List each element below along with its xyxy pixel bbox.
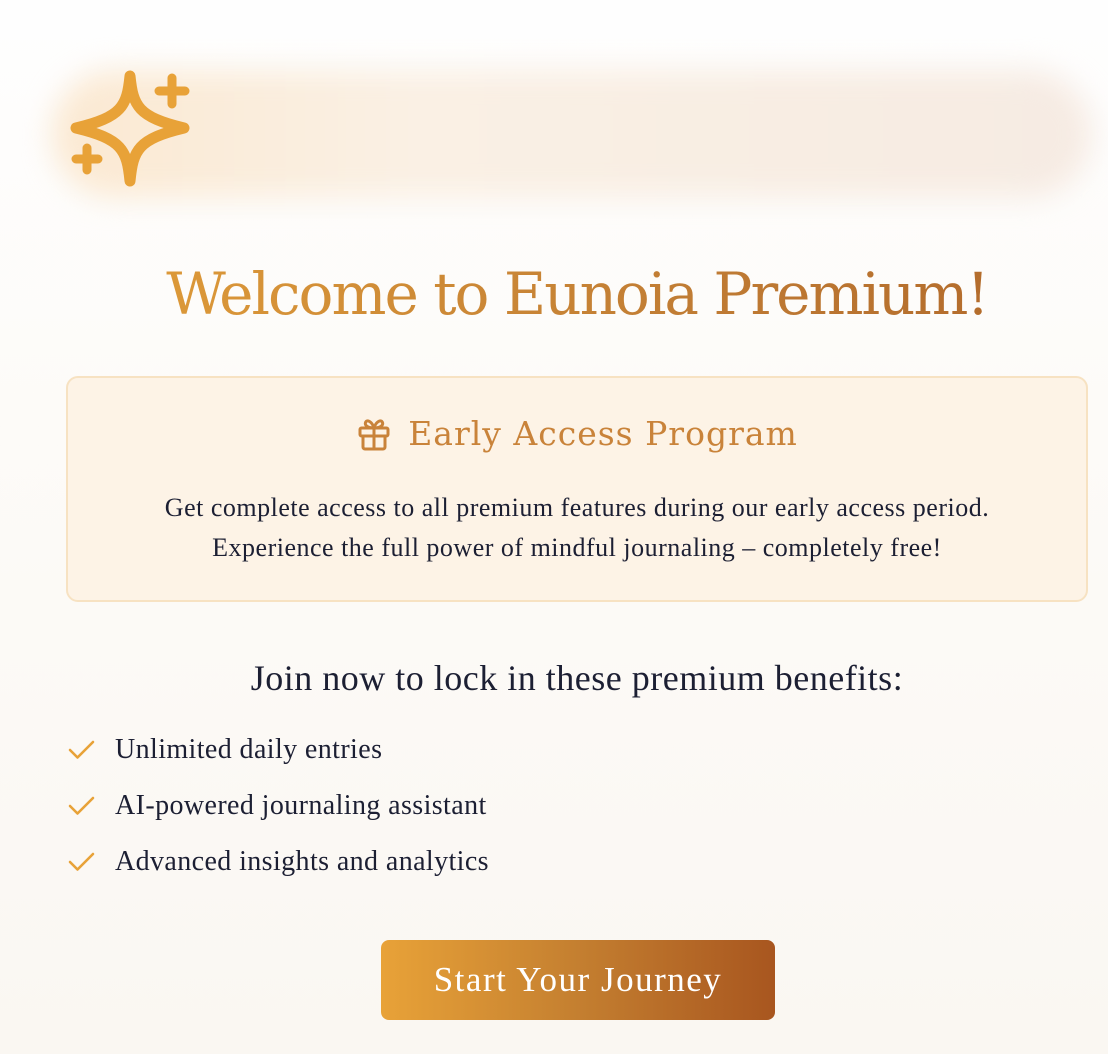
check-icon (68, 796, 95, 815)
sparkles-icon (70, 70, 190, 187)
benefit-item: Advanced insights and analytics (66, 834, 489, 890)
promo-line: Get complete access to all premium featu… (164, 493, 990, 522)
start-journey-button[interactable]: Start Your Journey (381, 940, 775, 1020)
benefit-label: Advanced insights and analytics (115, 846, 489, 877)
page-title: Welcome to Eunoia Premium! (0, 254, 1108, 334)
benefit-list: Unlimited daily entries AI-powered journ… (66, 722, 489, 890)
benefit-item: AI-powered journaling assistant (66, 778, 489, 834)
check-icon (68, 740, 95, 759)
early-access-card: Early Access Program Get complete access… (66, 376, 1088, 602)
hero-banner (52, 70, 1092, 198)
benefits-heading: Join now to lock in these premium benefi… (250, 658, 904, 698)
promo-line: Experience the full power of mindful jou… (212, 533, 942, 562)
benefit-item: Unlimited daily entries (66, 722, 489, 778)
promo-title: Early Access Program (408, 414, 798, 453)
gift-icon (358, 418, 390, 450)
promo-description: Get complete access to all premium featu… (68, 488, 1086, 568)
promo-heading: Early Access Program (68, 414, 1086, 453)
benefit-label: AI-powered journaling assistant (115, 790, 487, 821)
benefit-label: Unlimited daily entries (115, 734, 383, 765)
check-icon (68, 852, 95, 871)
